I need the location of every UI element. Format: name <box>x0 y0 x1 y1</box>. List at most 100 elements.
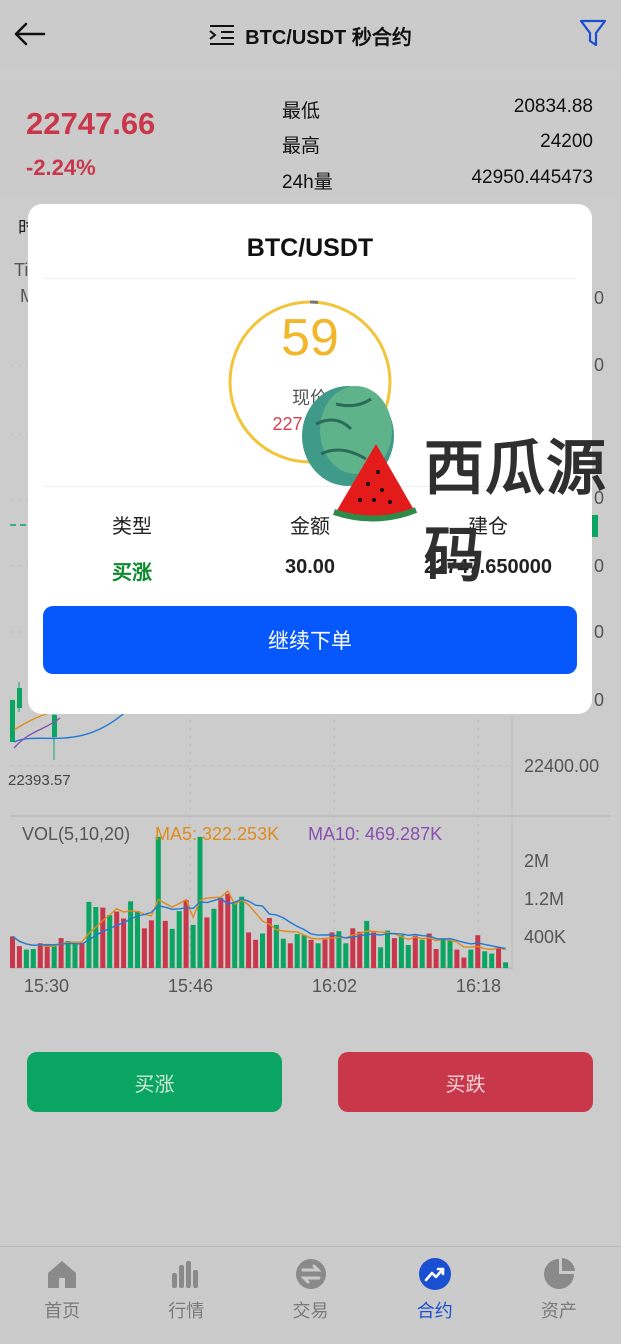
volume-bar <box>503 962 509 969</box>
volume-bar <box>72 943 78 968</box>
continue-order-button[interactable]: 继续下单 <box>43 606 577 674</box>
volume-bar <box>482 951 488 968</box>
volume-bar <box>273 924 279 968</box>
volume-bar <box>315 943 321 968</box>
price-axis-label-bottom: 22400.00 <box>524 756 600 776</box>
volume-bars <box>10 836 509 969</box>
time-axis-label-2: 15:46 <box>168 976 214 996</box>
volume-bar <box>176 911 182 968</box>
dialog-title: BTC/USDT <box>246 234 374 262</box>
divider <box>44 278 576 279</box>
volume-bar <box>135 911 140 968</box>
volume-bar <box>141 928 147 968</box>
vol-axis-1-2m: 1.2M <box>524 889 565 909</box>
volume-bar <box>239 896 245 968</box>
tab-assets[interactable]: 资产 <box>497 1247 621 1344</box>
volume-bar <box>16 946 22 968</box>
volume-bar <box>440 938 446 968</box>
volume-bar <box>322 939 328 969</box>
volume-bar <box>10 936 15 968</box>
page-title: BTC/USDT 秒合约 <box>245 26 412 49</box>
pie-icon <box>543 1258 575 1289</box>
buy-down-button[interactable]: 买跌 <box>338 1052 593 1112</box>
vol-axis-2m: 2M <box>524 851 550 871</box>
volume-bar <box>253 939 259 968</box>
volume-bar <box>204 917 210 968</box>
volume-bar <box>183 900 189 968</box>
tab-home-label: 首页 <box>44 1301 81 1321</box>
volume-bar <box>232 903 238 968</box>
volume-bar <box>23 949 29 968</box>
volume-bar <box>260 933 265 968</box>
volume-bar <box>343 943 349 968</box>
ma10-label: MA10: 469.287K <box>308 824 443 844</box>
bars-icon <box>172 1261 199 1288</box>
stat-high-value: 24200 <box>540 131 593 152</box>
home-icon <box>48 1261 77 1288</box>
volume-bar <box>190 924 196 968</box>
volume-bar <box>371 932 377 969</box>
volume-bar <box>398 935 404 968</box>
volume-bar <box>461 957 467 968</box>
volume-bar <box>496 947 502 968</box>
volume-bar <box>169 928 175 968</box>
volume-bar <box>447 940 453 968</box>
volume-bar <box>433 949 439 968</box>
volume-bar <box>51 945 57 968</box>
volume-bar <box>148 920 154 968</box>
time-axis-label-3: 16:02 <box>312 976 358 996</box>
volume-bar <box>107 915 113 968</box>
tab-market-label: 行情 <box>168 1301 205 1321</box>
volume-bar <box>58 938 64 968</box>
volume-bar <box>246 932 252 969</box>
tab-trade[interactable]: 交易 <box>248 1247 372 1344</box>
price-change: -2.24% <box>26 155 96 180</box>
volume-bar <box>162 920 168 968</box>
volume-bar <box>357 931 363 968</box>
bottom-tab-bar: 首页 行情 交易 合约 资产 <box>0 1246 621 1344</box>
price-axis-label-2: 0 <box>594 355 605 375</box>
vol-axis-400k: 400K <box>524 927 567 947</box>
stat-volume-value: 42950.445473 <box>471 167 593 188</box>
volume-bar <box>378 947 384 968</box>
volume-bar <box>468 949 474 968</box>
volume-bar <box>475 935 481 968</box>
volume-bar <box>121 918 127 968</box>
exchange-icon <box>295 1259 326 1289</box>
price-axis-label-6: 0 <box>594 690 605 710</box>
col-type-header: 类型 <box>112 516 152 538</box>
min-price-marker: 22393.57 <box>8 772 71 789</box>
volume-bar <box>419 939 425 968</box>
filter-icon[interactable] <box>579 18 607 48</box>
tab-home[interactable]: 首页 <box>0 1247 124 1344</box>
volume-bar <box>391 938 397 968</box>
volume-bar <box>308 939 314 968</box>
tab-contract[interactable]: 合约 <box>373 1247 497 1344</box>
volume-bar <box>385 930 390 968</box>
menu-indent-icon[interactable] <box>209 24 235 46</box>
price-axis-label-1: 0 <box>594 288 605 308</box>
price-axis-label-5: 0 <box>594 622 605 642</box>
volume-bar <box>412 935 418 968</box>
tab-contract-label: 合约 <box>416 1301 453 1321</box>
watermark-text: 西瓜源码 <box>424 434 607 591</box>
volume-bar <box>287 943 293 968</box>
volume-bar <box>30 949 36 968</box>
volume-bar <box>454 949 460 968</box>
tab-trade-label: 交易 <box>292 1301 329 1321</box>
stat-low-label: 最低 <box>282 101 321 122</box>
stat-volume-label: 24h量 <box>282 172 333 193</box>
volume-bar <box>364 920 370 968</box>
vol-header: VOL(5,10,20) <box>22 824 131 844</box>
tab-market[interactable]: 行情 <box>124 1247 248 1344</box>
volume-bar <box>225 893 231 968</box>
stat-low-value: 20834.88 <box>513 96 593 117</box>
trend-up-icon <box>418 1258 451 1290</box>
buy-up-button[interactable]: 买涨 <box>27 1052 282 1112</box>
volume-bar <box>294 934 300 968</box>
order-amount-value: 30.00 <box>284 556 336 578</box>
back-arrow-icon[interactable] <box>12 18 48 50</box>
volume-bar <box>37 943 43 968</box>
volume-bar <box>218 897 224 968</box>
last-price: 22747.66 <box>26 106 156 141</box>
